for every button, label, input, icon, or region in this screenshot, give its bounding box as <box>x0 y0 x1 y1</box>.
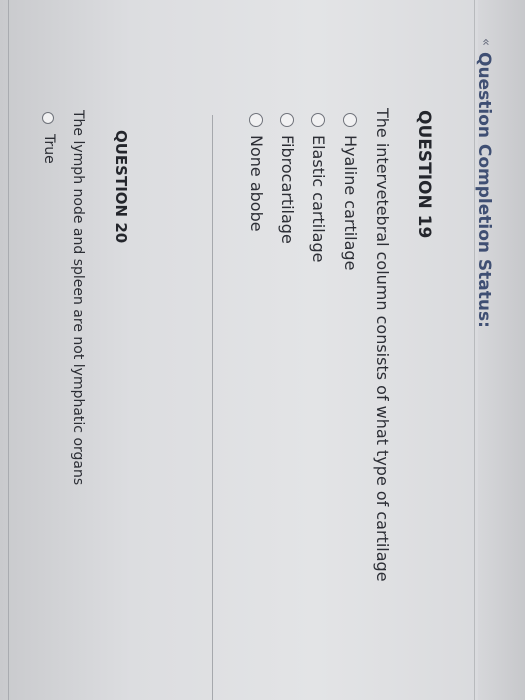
option-label[interactable]: True <box>41 134 57 164</box>
question-divider <box>212 115 213 700</box>
question-19-title: QUESTION 19 <box>414 110 434 239</box>
question-20-prompt: The lymph node and spleen are not lympha… <box>70 110 86 486</box>
radio-button-icon[interactable] <box>249 113 263 127</box>
radio-button-icon[interactable] <box>311 113 325 127</box>
question-completion-status[interactable]: Question Completion Status: <box>474 52 494 328</box>
option-label[interactable]: Fibrocartilage <box>278 135 297 244</box>
question-19-prompt: The intervetebral column consists of wha… <box>373 108 392 582</box>
chevron-double-left-icon[interactable]: « <box>478 38 493 46</box>
option-label[interactable]: None abobe <box>247 135 266 232</box>
question-20-title: QUESTION 20 <box>112 130 130 244</box>
option-label[interactable]: Elastic cartilage <box>309 135 328 262</box>
radio-button-icon[interactable] <box>42 112 54 124</box>
radio-button-icon[interactable] <box>343 113 357 127</box>
radio-button-icon[interactable] <box>280 113 294 127</box>
option-label[interactable]: Hyaline cartilage <box>341 135 360 270</box>
rotated-quiz-view: « Question Completion Status: QUESTION 1… <box>0 0 525 700</box>
